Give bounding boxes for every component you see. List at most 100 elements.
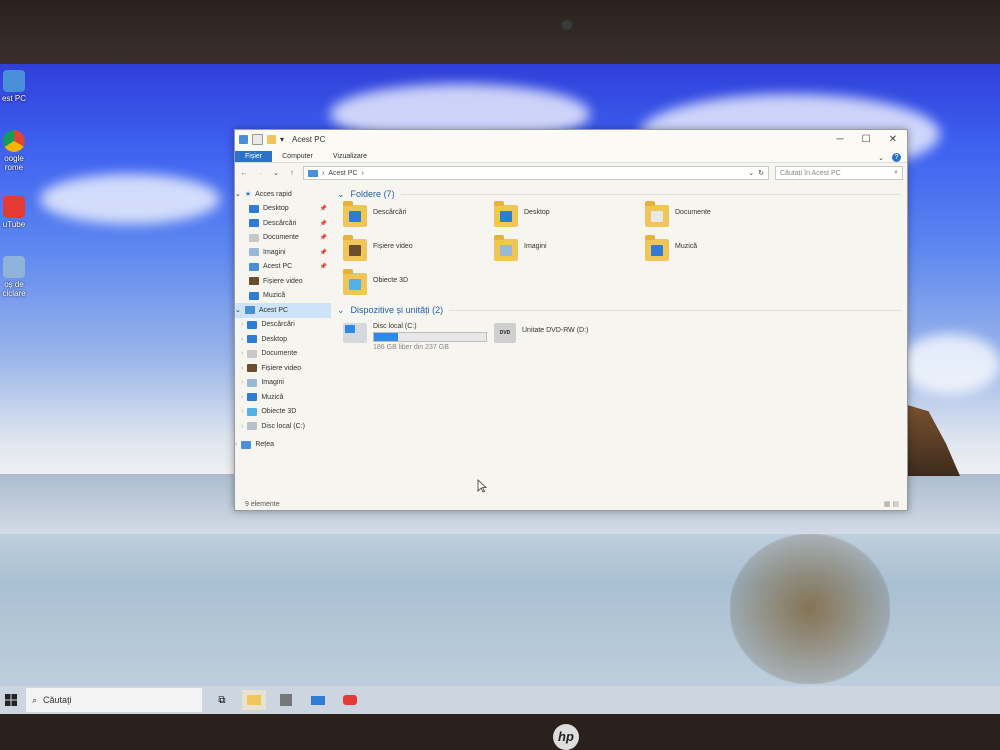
dvd-drive-icon: DVD	[494, 323, 516, 343]
folder-item[interactable]: Muzică	[645, 235, 796, 269]
chevron-down-icon[interactable]: ⌄	[337, 189, 345, 200]
chevron-down-icon[interactable]: ⌄	[337, 305, 345, 316]
taskbar: ⌕ Căutați ⧉	[0, 686, 1000, 714]
view-toggle-icons[interactable]: ▦▤	[884, 500, 907, 508]
refresh-icon[interactable]: ↻	[758, 169, 764, 177]
chevron-right-icon[interactable]: ›	[241, 423, 243, 430]
drive-c[interactable]: Disc local (C:) 186 GB liber din 237 GB	[343, 323, 494, 351]
desktop-icon-recycle-bin[interactable]: oș de ciclare	[0, 256, 28, 298]
tab-file[interactable]: Fișier	[235, 151, 273, 162]
nav-quick-item[interactable]: Desktop 📌	[235, 202, 331, 217]
start-button[interactable]	[0, 686, 22, 714]
nav-quick-item[interactable]: Documente 📌	[235, 231, 331, 246]
chevron-right-icon[interactable]: ›	[241, 365, 243, 372]
desktop-icon-this-pc[interactable]: est PC	[0, 70, 28, 103]
folder-item[interactable]: Desktop	[494, 201, 645, 235]
nav-quick-item[interactable]: Fișiere video	[235, 274, 331, 289]
chevron-down-icon[interactable]: ⌄	[235, 190, 241, 198]
properties-icon[interactable]	[252, 133, 263, 145]
folder-icon	[249, 277, 259, 286]
nav-label: Rețea	[255, 441, 275, 449]
nav-pc-item[interactable]: › Obiecte 3D	[235, 405, 331, 420]
store-icon[interactable]	[274, 690, 298, 710]
chevron-right-icon[interactable]: ›	[241, 379, 243, 386]
item-count: 9 elemente	[245, 500, 280, 508]
expand-ribbon-icon[interactable]: ⌄	[878, 154, 884, 162]
customize-dropdown-icon[interactable]: ▾	[280, 135, 286, 144]
address-bar[interactable]: › Acest PC › ⌄ ↻	[303, 166, 769, 180]
nav-pc-item[interactable]: › Descărcări	[235, 318, 331, 333]
task-view-icon[interactable]: ⧉	[210, 690, 234, 710]
minimize-button[interactable]: ─	[837, 134, 844, 145]
folder-icon	[249, 219, 259, 228]
chevron-right-icon[interactable]: ›	[241, 408, 243, 415]
nav-pc-item[interactable]: › Desktop	[235, 332, 331, 347]
chrome-icon	[3, 130, 25, 152]
nav-quick-item[interactable]: Acest PC 📌	[235, 260, 331, 275]
hp-logo: hp	[553, 724, 579, 750]
nav-label: Muzică	[263, 292, 286, 300]
nav-label: Documente	[263, 234, 299, 242]
desktop-icon-chrome[interactable]: oogle rome	[0, 130, 28, 172]
search-input[interactable]: Căutați în Acest PC	[780, 170, 841, 177]
tab-computer[interactable]: Computer	[272, 151, 323, 162]
ribbon-tabs: Fișier Computer Vizualizare ⌄ ?	[235, 148, 907, 163]
folder-item[interactable]: Descărcări	[343, 201, 494, 235]
nav-pc-item[interactable]: › Documente	[235, 347, 331, 362]
breadcrumb-separator[interactable]: ›	[322, 170, 324, 177]
back-arrow-icon[interactable]: ←	[239, 170, 249, 177]
desktop-icon-youtube[interactable]: uTube	[0, 196, 28, 229]
chevron-right-icon[interactable]: ›	[241, 350, 243, 357]
chevron-right-icon[interactable]: ›	[241, 336, 243, 343]
chevron-down-icon[interactable]: ⌄	[235, 306, 241, 314]
help-icon[interactable]: ?	[892, 153, 901, 162]
folder-icon	[249, 233, 259, 242]
search-box[interactable]: Căutați în Acest PC ⌕	[775, 166, 903, 180]
nav-network[interactable]: › Rețea	[235, 438, 331, 453]
maximize-button[interactable]: ☐	[862, 134, 871, 145]
forward-arrow-icon[interactable]: →	[255, 170, 265, 177]
folder-item[interactable]: Imagini	[494, 235, 645, 269]
nav-quick-access[interactable]: ⌄ ★ Acces rapid	[235, 187, 331, 202]
nav-pc-item[interactable]: › Imagini	[235, 376, 331, 391]
navigation-pane: ⌄ ★ Acces rapid Desktop 📌 Descărcări 📌 D…	[235, 183, 331, 498]
rock-reflection	[730, 534, 890, 684]
recent-locations-icon[interactable]: ⌄	[271, 169, 281, 177]
nav-pc-item[interactable]: › Disc local (C:)	[235, 419, 331, 434]
folder-item[interactable]: Obiecte 3D	[343, 269, 494, 303]
drive-d[interactable]: DVD Unitate DVD-RW (D:)	[494, 323, 645, 351]
nav-pc-item[interactable]: › Fișiere video	[235, 361, 331, 376]
desktop-icon-label: uTube	[2, 220, 26, 229]
folder-item[interactable]: Fișiere video	[343, 235, 494, 269]
up-arrow-icon[interactable]: ↑	[287, 170, 297, 177]
youtube-icon[interactable]	[338, 690, 362, 710]
nav-pc-item[interactable]: › Muzică	[235, 390, 331, 405]
window-title: Acest PC	[292, 134, 326, 144]
breadcrumb-this-pc[interactable]: Acest PC	[328, 170, 357, 177]
pin-icon: 📌	[319, 235, 327, 242]
tab-view[interactable]: Vizualizare	[323, 151, 377, 162]
chevron-right-icon[interactable]: ›	[241, 321, 243, 328]
chevron-right-icon[interactable]: ›	[235, 441, 237, 448]
file-explorer-taskbar-icon[interactable]	[242, 690, 266, 710]
taskbar-search[interactable]: ⌕ Căutați	[26, 688, 202, 712]
status-bar: 9 elemente ▦▤	[235, 498, 907, 510]
nav-quick-item[interactable]: Muzică	[235, 289, 331, 304]
pin-icon: 📌	[319, 249, 327, 256]
devices-group-header[interactable]: ⌄ Dispozitive și unități (2)	[337, 303, 901, 317]
new-folder-icon[interactable]	[267, 134, 276, 144]
address-dropdown-icon[interactable]: ⌄	[748, 169, 754, 177]
nav-label: Desktop	[263, 205, 289, 213]
chevron-right-icon[interactable]: ›	[241, 394, 243, 401]
nav-quick-item[interactable]: Imagini 📌	[235, 245, 331, 260]
folder-label: Desktop	[524, 209, 550, 216]
nav-quick-item[interactable]: Descărcări 📌	[235, 216, 331, 231]
nav-this-pc[interactable]: ⌄ Acest PC	[235, 303, 331, 318]
mail-icon[interactable]	[306, 690, 330, 710]
breadcrumb-chevron[interactable]: ›	[362, 170, 364, 177]
taskbar-search-input[interactable]: Căutați	[43, 695, 72, 705]
folders-group-header[interactable]: ⌄ Foldere (7)	[337, 187, 901, 201]
search-icon: ⌕	[32, 694, 38, 705]
folder-item[interactable]: Documente	[645, 201, 796, 235]
close-button[interactable]: ✕	[889, 134, 897, 145]
